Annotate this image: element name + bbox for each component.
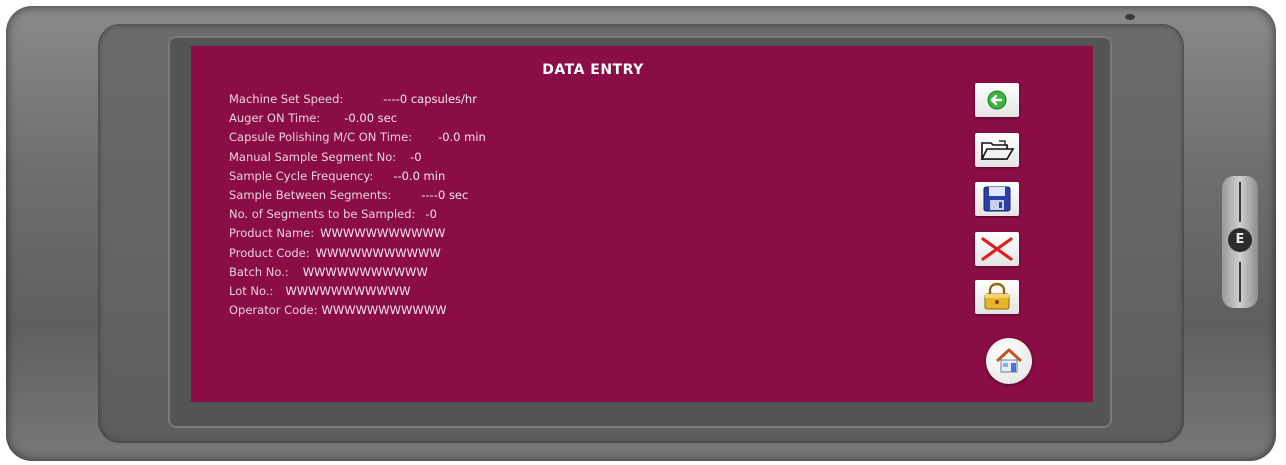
- field-label: Operator Code:: [229, 303, 318, 318]
- field-value[interactable]: -0.00 sec: [344, 109, 397, 128]
- home-icon: [995, 348, 1023, 373]
- save-button[interactable]: [975, 182, 1019, 216]
- page-title: DATA ENTRY: [542, 62, 644, 78]
- field-capsule-polishing-time[interactable]: Capsule Polishing M/C ON Time: -0.0 min: [229, 128, 486, 147]
- field-operator-code[interactable]: Operator Code: WWWWWWWWWWW: [229, 301, 486, 320]
- lock-icon: [984, 282, 1010, 310]
- field-label: Machine Set Speed:: [229, 92, 344, 106]
- field-batch-no[interactable]: Batch No.: WWWWWWWWWWW: [229, 263, 486, 282]
- data-entry-fields: Machine Set Speed: ----0 capsules/hr Auge…: [229, 90, 486, 320]
- field-value[interactable]: WWWWWWWWWWW: [321, 301, 446, 320]
- brand-logo: E: [1228, 228, 1252, 252]
- open-folder-icon: [980, 140, 1015, 160]
- field-manual-sample-segment[interactable]: Manual Sample Segment No: -0: [229, 148, 486, 167]
- field-value[interactable]: WWWWWWWWWWW: [285, 282, 410, 301]
- back-button[interactable]: [975, 83, 1019, 117]
- field-value[interactable]: WWWWWWWWWWW: [316, 244, 441, 263]
- field-product-name[interactable]: Product Name: WWWWWWWWWWW: [229, 224, 486, 243]
- field-label: Batch No.:: [229, 264, 289, 279]
- field-segments-to-sample[interactable]: No. of Segments to be Sampled: -0: [229, 205, 486, 224]
- field-label: Lot No.:: [229, 283, 274, 298]
- field-auger-on-time[interactable]: Auger ON Time: -0.00 sec: [229, 109, 486, 128]
- home-button[interactable]: [986, 338, 1032, 384]
- side-rail-line-bottom: [1239, 262, 1241, 302]
- field-value[interactable]: --0.0 min: [393, 167, 445, 186]
- field-label: Manual Sample Segment No:: [229, 149, 397, 164]
- field-value[interactable]: ----0 sec: [421, 186, 468, 205]
- field-sample-cycle-frequency[interactable]: Sample Cycle Frequency: --0.0 min: [229, 167, 486, 186]
- field-value[interactable]: -0: [410, 148, 421, 167]
- status-led: [1125, 14, 1135, 20]
- field-value[interactable]: -0.0 min: [438, 128, 486, 147]
- cancel-button[interactable]: [975, 232, 1019, 266]
- field-value[interactable]: -0: [425, 205, 436, 224]
- field-label: Sample Cycle Frequency:: [229, 168, 374, 183]
- hmi-screen: DATA ENTRY Machine Set Speed: ----0 capsu…: [191, 46, 1093, 402]
- device-side-rail: E: [1222, 176, 1258, 308]
- field-lot-no[interactable]: Lot No.: WWWWWWWWWWW: [229, 282, 486, 301]
- lock-button[interactable]: [975, 280, 1019, 314]
- open-button[interactable]: [975, 133, 1019, 167]
- field-value[interactable]: WWWWWWWWWWW: [320, 224, 445, 243]
- field-label: Product Code:: [229, 245, 310, 260]
- field-sample-between-segments[interactable]: Sample Between Segments: ----0 sec: [229, 186, 486, 205]
- field-label: Product Name:: [229, 226, 315, 241]
- field-product-code[interactable]: Product Code: WWWWWWWWWWW: [229, 244, 486, 263]
- field-machine-set-speed[interactable]: Machine Set Speed: ----0 capsules/hr: [229, 90, 486, 109]
- field-label: Auger ON Time:: [229, 111, 321, 126]
- back-arrow-icon: [987, 90, 1007, 110]
- save-disk-icon: [983, 186, 1011, 212]
- field-label: No. of Segments to be Sampled:: [229, 207, 416, 222]
- side-rail-line-top: [1239, 182, 1241, 222]
- field-label: Capsule Polishing M/C ON Time:: [229, 130, 413, 145]
- cancel-x-icon: [981, 237, 1013, 261]
- field-label: Sample Between Segments:: [229, 187, 392, 202]
- field-value[interactable]: WWWWWWWWWWW: [303, 263, 428, 282]
- field-value[interactable]: ----0 capsules/hr: [383, 90, 477, 109]
